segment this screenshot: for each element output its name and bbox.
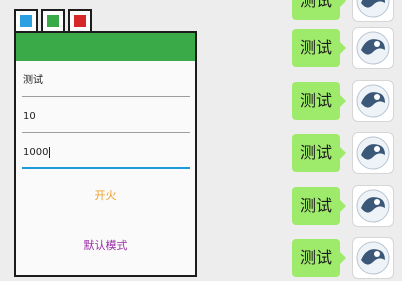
name-input[interactable]: 测试 (22, 73, 190, 97)
avatar-image-icon (356, 241, 390, 275)
chat-message-row: 测试 (292, 0, 402, 24)
avatar[interactable] (352, 0, 394, 22)
avatar[interactable] (352, 185, 394, 227)
chat-message-row: 测试 (292, 80, 402, 124)
message-bubble[interactable]: 测试 (292, 0, 346, 20)
message-bubble[interactable]: 测试 (292, 187, 346, 225)
name-input-value: 测试 (23, 75, 43, 86)
interval-input[interactable]: 1000 (22, 145, 190, 169)
blue-swatch-icon (20, 15, 32, 27)
red-swatch-icon (74, 15, 86, 27)
interval-input-value: 1000 (23, 147, 49, 158)
color-tab-blue[interactable] (14, 9, 38, 33)
avatar[interactable] (352, 80, 394, 122)
message-bubble[interactable]: 测试 (292, 134, 346, 172)
fire-button[interactable]: 开火 (16, 187, 195, 203)
message-bubble[interactable]: 测试 (292, 239, 346, 277)
panel-header-bar (16, 33, 195, 61)
chat-message-row: 测试 (292, 132, 402, 176)
avatar[interactable] (352, 27, 394, 69)
avatar-image-icon (356, 31, 390, 65)
avatar-image-icon (356, 189, 390, 223)
count-input-value: 10 (23, 111, 36, 122)
color-tab-bar (14, 9, 92, 33)
avatar[interactable] (352, 132, 394, 174)
avatar-image-icon (356, 0, 390, 18)
color-tab-green[interactable] (41, 9, 65, 33)
color-tab-red[interactable] (68, 9, 92, 33)
message-bubble[interactable]: 测试 (292, 29, 346, 67)
chat-message-row: 测试 (292, 237, 402, 281)
avatar-image-icon (356, 136, 390, 170)
default-mode-button[interactable]: 默认模式 (16, 237, 195, 253)
popup-panel: 测试 10 1000 开火 默认模式 (14, 31, 197, 277)
message-bubble[interactable]: 测试 (292, 82, 346, 120)
count-input[interactable]: 10 (22, 109, 190, 133)
green-swatch-icon (47, 15, 59, 27)
popup-window: 测试 10 1000 开火 默认模式 (14, 9, 197, 277)
text-caret (49, 146, 51, 158)
chat-message-row: 测试 (292, 185, 402, 229)
avatar-image-icon (356, 84, 390, 118)
chat-message-row: 测试 (292, 27, 402, 71)
